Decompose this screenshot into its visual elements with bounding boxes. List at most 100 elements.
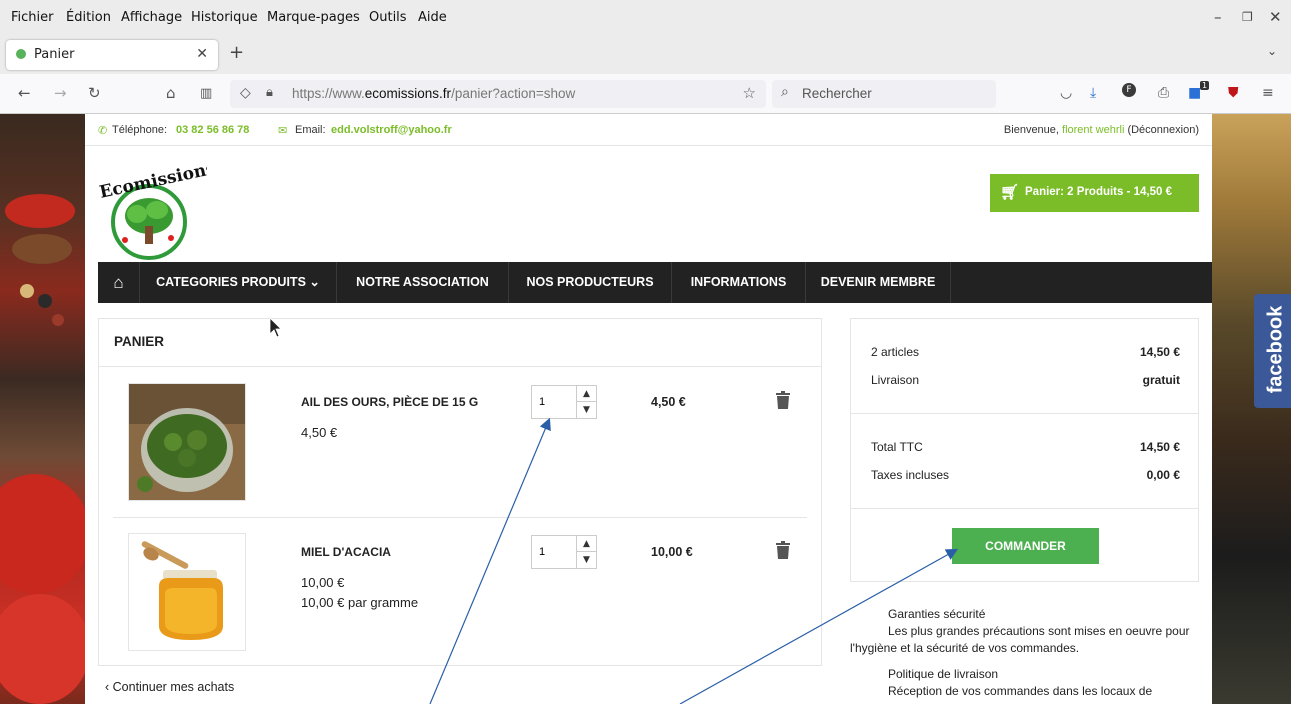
qty-up-icon[interactable]: ▲ xyxy=(576,386,596,402)
shield-icon[interactable]: ◇ xyxy=(240,85,251,101)
hamburger-menu-icon[interactable]: ≡ xyxy=(1262,85,1274,101)
reassurance-block: Garanties sécurité Les plus grandes préc… xyxy=(850,606,1210,700)
search-placeholder: Rechercher xyxy=(802,86,872,101)
navigation-toolbar: ← → ↻ ⌂ ▥ ◇ 🔒︎ https://www.ecomissions.f… xyxy=(0,74,1291,114)
line-total: 10,00 € xyxy=(651,545,693,559)
search-icon: ⌕ xyxy=(781,84,789,100)
list-tabs-chevron-icon[interactable]: ⌄ xyxy=(1267,44,1277,58)
address-bar[interactable]: ◇ 🔒︎ https://www.ecomissions.fr/panier?a… xyxy=(230,80,766,108)
phone-icon: ✆ xyxy=(98,125,108,137)
site-favicon-icon xyxy=(16,49,26,59)
back-icon[interactable]: ← xyxy=(18,84,31,102)
product-unit-price: 10,00 € par gramme xyxy=(301,595,419,610)
order-button[interactable]: COMMANDER xyxy=(952,528,1099,564)
product-price: 4,50 € xyxy=(301,425,338,440)
qty-up-icon[interactable]: ▲ xyxy=(576,536,596,552)
nav-informations[interactable]: INFORMATIONS xyxy=(672,262,806,303)
url-text: https://www.ecomissions.fr/panier?action… xyxy=(292,86,576,101)
cart-title: PANIER xyxy=(114,334,165,349)
security-title: Garanties sécurité xyxy=(888,607,986,621)
menu-fichier[interactable]: Fichier xyxy=(11,10,54,25)
cart-panel: PANIER AIL DES OURS, PIÈCE DE 15 G 4,50 … xyxy=(98,318,822,666)
restore-icon[interactable]: ❐ xyxy=(1242,10,1253,24)
close-tab-icon[interactable]: ✕ xyxy=(196,46,208,62)
pocket-icon[interactable]: ◡ xyxy=(1060,85,1072,101)
product-price: 10,00 € xyxy=(301,575,345,590)
bookmark-star-icon[interactable]: ☆ xyxy=(743,84,756,102)
summary-total: Total TTC 14,50 € xyxy=(871,440,1180,454)
site-logo[interactable]: Ecomissions xyxy=(97,159,217,262)
line-total: 4,50 € xyxy=(651,395,686,409)
email-icon: ✉ xyxy=(278,125,288,137)
cart-button-label: Panier: 2 Produits - 14,50 € xyxy=(1025,186,1173,198)
background-left-image xyxy=(0,114,90,704)
cart-item: MIEL D'ACACIA 10,00 € 10,00 € par gramme… xyxy=(113,517,807,657)
qty-down-icon[interactable]: ▼ xyxy=(576,402,596,418)
nav-producteurs[interactable]: NOS PRODUCTEURS xyxy=(509,262,672,303)
cart-item: AIL DES OURS, PIÈCE DE 15 G 4,50 € ▲ ▼ 4… xyxy=(113,367,807,507)
menu-bar: Fichier Édition Affichage Historique Mar… xyxy=(0,0,1291,36)
tab-bar: Panier ✕ xyxy=(0,36,1291,74)
reload-icon[interactable]: ↻ xyxy=(88,84,101,102)
search-bar[interactable]: ⌕ Rechercher xyxy=(772,80,996,108)
menu-edition[interactable]: Édition xyxy=(66,10,111,25)
phone-number[interactable]: 03 82 56 86 78 xyxy=(176,124,249,136)
security-text: Les plus grandes précautions sont mises … xyxy=(850,624,1190,655)
summary-articles: 2 articles 14,50 € xyxy=(871,345,1180,359)
trash-icon[interactable] xyxy=(776,391,790,409)
facebook-tab[interactable]: facebook xyxy=(1254,294,1291,408)
order-summary: 2 articles 14,50 € Livraison gratuit Total… xyxy=(850,318,1199,582)
tab-title: Panier xyxy=(34,47,75,62)
cart-summary-button[interactable]: 🛒︎ Panier: 2 Produits - 14,50 € xyxy=(990,174,1199,212)
quantity-input[interactable] xyxy=(532,536,576,568)
menu-affichage[interactable]: Affichage xyxy=(121,10,182,25)
logout-link[interactable]: (Déconnexion) xyxy=(1127,124,1199,136)
menu-outils[interactable]: Outils xyxy=(369,10,407,25)
delivery-title: Politique de livraison xyxy=(888,667,999,681)
continue-shopping-link[interactable]: ‹ Continuer mes achats xyxy=(105,680,234,694)
ublock-icon[interactable]: ⛊ xyxy=(1228,85,1239,101)
background-right-image xyxy=(1212,114,1291,704)
home-nav-icon[interactable]: ⌂ xyxy=(98,262,140,303)
tab-panier[interactable]: Panier ✕ xyxy=(6,40,218,70)
nav-devenir-membre[interactable]: DEVENIR MEMBRE xyxy=(806,262,951,303)
share-icon[interactable]: ⎙ xyxy=(1158,85,1169,101)
lock-icon[interactable]: 🔒︎ xyxy=(266,85,273,100)
download-icon[interactable]: ⤓ xyxy=(1090,85,1096,101)
web-page: facebook ✆ Téléphone: 03 82 56 86 78 ✉ E… xyxy=(0,114,1291,704)
welcome-text: Bienvenue, florent wehrli (Déconnexion) xyxy=(1003,124,1199,136)
trash-icon[interactable] xyxy=(776,541,790,559)
extension-badge: 1 xyxy=(1200,81,1210,90)
forward-icon[interactable]: → xyxy=(54,84,67,102)
phone-label: Téléphone: xyxy=(112,124,168,136)
chevron-left-icon: ‹ xyxy=(105,680,113,694)
menu-marque-pages[interactable]: Marque-pages xyxy=(267,10,360,25)
site-header: Ecomissions 🛒︎ Panier: 2 Produits - 14,5… xyxy=(85,146,1212,262)
minimize-icon[interactable]: – xyxy=(1214,8,1222,26)
extension-f-icon[interactable]: F xyxy=(1122,83,1136,97)
quantity-input[interactable] xyxy=(532,386,576,418)
menu-historique[interactable]: Historique xyxy=(191,10,258,25)
mouse-cursor-icon xyxy=(270,318,282,338)
product-name[interactable]: MIEL D'ACACIA xyxy=(301,545,391,559)
product-image-miel[interactable] xyxy=(128,533,246,651)
new-tab-icon[interactable]: + xyxy=(229,42,244,63)
library-icon[interactable]: ▥ xyxy=(200,86,212,101)
nav-categories[interactable]: CATEGORIES PRODUITS ⌄ xyxy=(140,262,337,303)
email-link[interactable]: edd.volstroff@yahoo.fr xyxy=(331,124,452,136)
quantity-stepper: ▲ ▼ xyxy=(531,535,597,569)
product-name[interactable]: AIL DES OURS, PIÈCE DE 15 G xyxy=(301,395,478,409)
menu-aide[interactable]: Aide xyxy=(418,10,447,25)
home-icon[interactable]: ⌂ xyxy=(166,84,176,102)
quantity-stepper: ▲ ▼ xyxy=(531,385,597,419)
qty-down-icon[interactable]: ▼ xyxy=(576,552,596,568)
cart-icon: 🛒︎ xyxy=(1000,184,1020,201)
summary-shipping: Livraison gratuit xyxy=(871,373,1180,387)
email-label: Email: xyxy=(295,124,326,136)
account-link[interactable]: florent wehrli xyxy=(1062,124,1124,136)
close-window-icon[interactable]: ✕ xyxy=(1269,8,1282,26)
nav-association[interactable]: NOTRE ASSOCIATION xyxy=(337,262,509,303)
product-image-ail[interactable] xyxy=(128,383,246,501)
summary-taxes: Taxes incluses 0,00 € xyxy=(871,468,1180,482)
delivery-text: Réception de vos commandes dans les loca… xyxy=(888,684,1153,698)
